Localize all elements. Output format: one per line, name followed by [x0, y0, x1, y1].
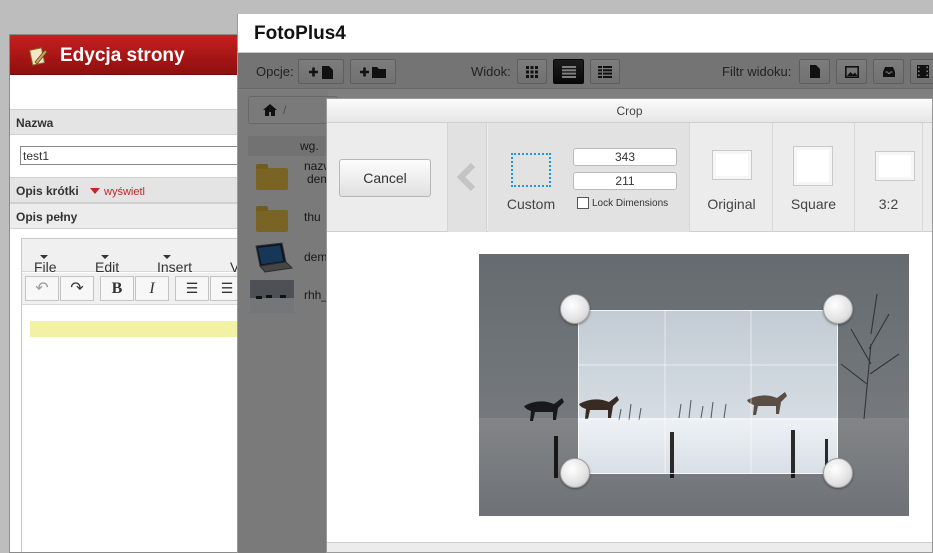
checkbox-icon[interactable]: [577, 197, 589, 209]
custom-label: Custom: [506, 196, 556, 212]
align-left-icon[interactable]: ☰: [175, 276, 209, 301]
short-desc-label: Opis krótki: [16, 184, 79, 198]
full-desc-label: Opis pełny: [10, 203, 248, 229]
ratio-3-2-icon: [875, 151, 915, 181]
previous-presets-button[interactable]: [447, 123, 487, 232]
custom-crop-icon: [511, 153, 551, 187]
chevron-left-icon: [456, 163, 476, 191]
crop-handle-top-left[interactable]: [560, 294, 590, 324]
crop-width-input[interactable]: 343: [573, 148, 677, 166]
triangle-down-icon: [90, 188, 101, 194]
crop-handle-bottom-right[interactable]: [823, 458, 853, 488]
cms-title: Edycja strony: [60, 45, 185, 66]
crop-dialog-title: Crop: [327, 99, 932, 123]
modal-overlay: [238, 53, 328, 553]
show-link[interactable]: wyświetl: [90, 186, 145, 198]
redo-icon[interactable]: ↷: [60, 276, 94, 301]
preset-3-2[interactable]: 3:2: [855, 123, 923, 232]
fotoplus-title: FotoPlus4: [254, 23, 346, 44]
lock-dimensions-checkbox[interactable]: Lock Dimensions: [577, 197, 668, 209]
rich-text-editor[interactable]: File Edit Insert V ↶ ↷ B I ☰ ☰: [21, 238, 248, 552]
preset-original[interactable]: Original: [691, 123, 773, 232]
italic-icon[interactable]: I: [135, 276, 169, 301]
crop-footer: [327, 542, 932, 552]
crop-handle-top-right[interactable]: [823, 294, 853, 324]
editor-highlight: [30, 321, 248, 337]
crop-toolbar: Cancel Custom 343 211 Lock Dimensions Or…: [327, 123, 932, 232]
crop-handle-bottom-left[interactable]: [560, 458, 590, 488]
page-edit-icon: [29, 47, 48, 66]
preset-square[interactable]: Square: [773, 123, 855, 232]
menu-insert[interactable]: Insert: [157, 249, 192, 275]
square-ratio-icon: [793, 146, 833, 186]
menu-file[interactable]: File: [34, 249, 57, 275]
fotoplus-titlebar: FotoPlus4: [238, 14, 933, 53]
undo-icon[interactable]: ↶: [25, 276, 59, 301]
crop-canvas: [327, 233, 932, 552]
editor-toolbar: ↶ ↷ B I ☰ ☰: [22, 273, 248, 305]
name-input[interactable]: test1: [20, 146, 248, 165]
short-desc-row: Opis krótki wyświetl: [10, 177, 248, 203]
modal-overlay-top: [328, 53, 933, 98]
cms-window: Edycja strony Nazwa test1 Opis krótki wy…: [9, 34, 249, 553]
original-ratio-icon: [712, 150, 752, 180]
menu-edit[interactable]: Edit: [95, 249, 119, 275]
crop-height-input[interactable]: 211: [573, 172, 677, 190]
cms-header: Edycja strony: [10, 35, 248, 75]
cancel-button[interactable]: Cancel: [339, 159, 431, 197]
name-label: Nazwa: [10, 109, 248, 135]
bold-icon[interactable]: B: [100, 276, 134, 301]
crop-dialog: Crop Cancel Custom 343 211 Lock Dimensio…: [326, 98, 933, 553]
editor-menubar: File Edit Insert V: [22, 239, 248, 275]
